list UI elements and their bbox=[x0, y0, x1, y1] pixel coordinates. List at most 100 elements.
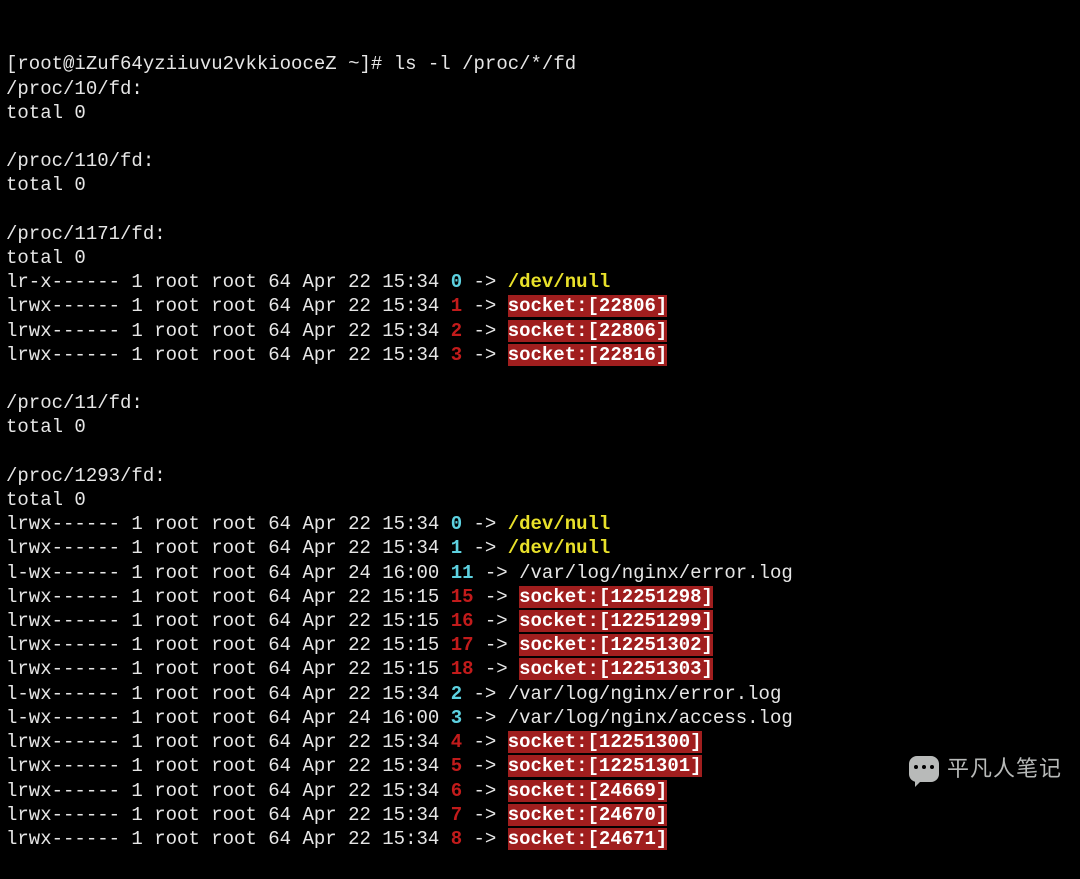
fd-target: socket:[12251302] bbox=[519, 634, 713, 656]
fd-target: socket:[22806] bbox=[508, 295, 668, 317]
arrow: -> bbox=[474, 586, 520, 608]
perms: lrwx------ bbox=[6, 804, 120, 826]
perms: lrwx------ bbox=[6, 634, 120, 656]
fd-number: 18 bbox=[451, 658, 474, 680]
perms: lrwx------ bbox=[6, 320, 120, 342]
perms: lrwx------ bbox=[6, 755, 120, 777]
fd-number: 1 bbox=[451, 537, 462, 559]
dir-header: /proc/10/fd: bbox=[6, 77, 1074, 101]
meta: 1 root root 64 Apr 22 15:34 bbox=[120, 755, 451, 777]
dir-header: /proc/1293/fd: bbox=[6, 464, 1074, 488]
dir-total: total 0 bbox=[6, 101, 1074, 125]
perms: lrwx------ bbox=[6, 586, 120, 608]
perms: lrwx------ bbox=[6, 537, 120, 559]
perms: lr-x------ bbox=[6, 271, 120, 293]
prompt-close: ]# bbox=[359, 53, 393, 75]
fd-entry: lrwx------ 1 root root 64 Apr 22 15:34 6… bbox=[6, 779, 1074, 803]
arrow: -> bbox=[462, 295, 508, 317]
prompt-cwd: ~ bbox=[337, 53, 360, 75]
fd-number: 0 bbox=[451, 513, 462, 535]
fd-entry: lrwx------ 1 root root 64 Apr 22 15:34 0… bbox=[6, 512, 1074, 536]
fd-number: 16 bbox=[451, 610, 474, 632]
fd-target: /dev/null bbox=[508, 537, 611, 559]
dir-header: /proc/11/fd: bbox=[6, 391, 1074, 415]
fd-entry: l-wx------ 1 root root 64 Apr 24 16:00 3… bbox=[6, 706, 1074, 730]
meta: 1 root root 64 Apr 22 15:15 bbox=[120, 610, 451, 632]
fd-number: 17 bbox=[451, 634, 474, 656]
arrow: -> bbox=[474, 562, 520, 584]
arrow: -> bbox=[462, 344, 508, 366]
fd-target: /var/log/nginx/error.log bbox=[508, 683, 782, 705]
fd-number: 8 bbox=[451, 828, 462, 850]
fd-number: 11 bbox=[451, 562, 474, 584]
blank-line bbox=[6, 198, 1074, 222]
fd-entry: lrwx------ 1 root root 64 Apr 22 15:34 3… bbox=[6, 343, 1074, 367]
meta: 1 root root 64 Apr 22 15:34 bbox=[120, 271, 451, 293]
fd-target: socket:[24670] bbox=[508, 804, 668, 826]
command-text: ls -l /proc/*/fd bbox=[394, 53, 576, 75]
fd-target: /dev/null bbox=[508, 513, 611, 535]
perms: lrwx------ bbox=[6, 610, 120, 632]
ls-listing: /proc/10/fd:total 0 /proc/110/fd:total 0… bbox=[6, 77, 1074, 852]
meta: 1 root root 64 Apr 22 15:34 bbox=[120, 731, 451, 753]
meta: 1 root root 64 Apr 24 16:00 bbox=[120, 707, 451, 729]
meta: 1 root root 64 Apr 22 15:15 bbox=[120, 658, 451, 680]
fd-target: socket:[22806] bbox=[508, 320, 668, 342]
terminal-output: [root@iZuf64yziiuvu2vkkiooceZ ~]# ls -l … bbox=[0, 0, 1080, 879]
dir-total: total 0 bbox=[6, 415, 1074, 439]
fd-entry: lrwx------ 1 root root 64 Apr 22 15:34 7… bbox=[6, 803, 1074, 827]
perms: lrwx------ bbox=[6, 731, 120, 753]
perms: l-wx------ bbox=[6, 707, 120, 729]
fd-target: socket:[24669] bbox=[508, 780, 668, 802]
fd-target: socket:[22816] bbox=[508, 344, 668, 366]
arrow: -> bbox=[462, 755, 508, 777]
dir-total: total 0 bbox=[6, 246, 1074, 270]
fd-entry: lr-x------ 1 root root 64 Apr 22 15:34 0… bbox=[6, 270, 1074, 294]
fd-target: socket:[12251301] bbox=[508, 755, 702, 777]
fd-target: socket:[12251298] bbox=[519, 586, 713, 608]
fd-number: 4 bbox=[451, 731, 462, 753]
meta: 1 root root 64 Apr 24 16:00 bbox=[120, 562, 451, 584]
fd-number: 0 bbox=[451, 271, 462, 293]
fd-number: 1 bbox=[451, 295, 462, 317]
dir-header: /proc/110/fd: bbox=[6, 149, 1074, 173]
perms: lrwx------ bbox=[6, 658, 120, 680]
prompt-line[interactable]: [root@iZuf64yziiuvu2vkkiooceZ ~]# ls -l … bbox=[6, 52, 1074, 76]
arrow: -> bbox=[462, 320, 508, 342]
fd-number: 3 bbox=[451, 707, 462, 729]
arrow: -> bbox=[462, 537, 508, 559]
arrow: -> bbox=[462, 804, 508, 826]
fd-entry: lrwx------ 1 root root 64 Apr 22 15:34 1… bbox=[6, 294, 1074, 318]
arrow: -> bbox=[462, 780, 508, 802]
meta: 1 root root 64 Apr 22 15:15 bbox=[120, 634, 451, 656]
arrow: -> bbox=[462, 513, 508, 535]
fd-target: /dev/null bbox=[508, 271, 611, 293]
arrow: -> bbox=[462, 707, 508, 729]
fd-target: socket:[12251299] bbox=[519, 610, 713, 632]
perms: l-wx------ bbox=[6, 562, 120, 584]
perms: l-wx------ bbox=[6, 683, 120, 705]
dir-header: /proc/1171/fd: bbox=[6, 222, 1074, 246]
fd-entry: lrwx------ 1 root root 64 Apr 22 15:15 1… bbox=[6, 609, 1074, 633]
fd-number: 6 bbox=[451, 780, 462, 802]
prompt-open: [ bbox=[6, 53, 17, 75]
blank-line bbox=[6, 367, 1074, 391]
meta: 1 root root 64 Apr 22 15:34 bbox=[120, 320, 451, 342]
meta: 1 root root 64 Apr 22 15:34 bbox=[120, 804, 451, 826]
dir-total: total 0 bbox=[6, 173, 1074, 197]
arrow: -> bbox=[474, 658, 520, 680]
meta: 1 root root 64 Apr 22 15:15 bbox=[120, 586, 451, 608]
fd-number: 5 bbox=[451, 755, 462, 777]
meta: 1 root root 64 Apr 22 15:34 bbox=[120, 780, 451, 802]
perms: lrwx------ bbox=[6, 828, 120, 850]
fd-number: 15 bbox=[451, 586, 474, 608]
fd-number: 2 bbox=[451, 320, 462, 342]
arrow: -> bbox=[462, 731, 508, 753]
arrow: -> bbox=[462, 828, 508, 850]
fd-target: /var/log/nginx/error.log bbox=[519, 562, 793, 584]
blank-line bbox=[6, 440, 1074, 464]
arrow: -> bbox=[474, 634, 520, 656]
fd-entry: l-wx------ 1 root root 64 Apr 22 15:34 2… bbox=[6, 682, 1074, 706]
fd-entry: lrwx------ 1 root root 64 Apr 22 15:34 4… bbox=[6, 730, 1074, 754]
fd-entry: lrwx------ 1 root root 64 Apr 22 15:15 1… bbox=[6, 657, 1074, 681]
